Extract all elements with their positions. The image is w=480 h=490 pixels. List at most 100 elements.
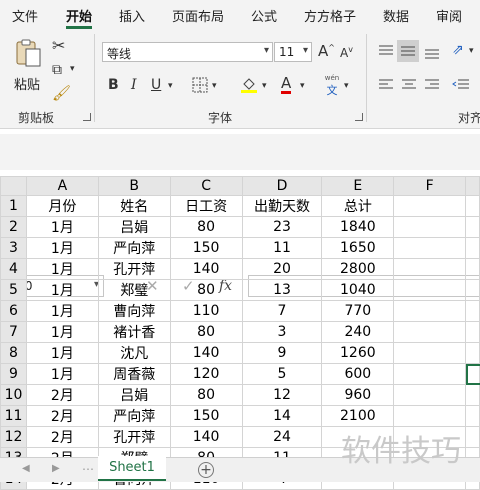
cell[interactable]: 5 [241,363,323,385]
row-header[interactable]: 12 [0,426,27,448]
cell[interactable]: 150 [169,237,243,259]
column-header-b[interactable]: B [97,176,171,196]
cell[interactable]: 600 [321,363,395,385]
cell[interactable] [465,195,480,217]
cell[interactable]: 褚计香 [97,321,171,343]
row-header[interactable]: 11 [0,405,27,427]
cell[interactable]: 1840 [321,216,395,238]
cell[interactable]: 1月 [25,300,99,322]
cell[interactable]: 80 [169,279,243,301]
cell[interactable]: 12 [241,384,323,406]
cell[interactable] [393,405,466,427]
row-header[interactable]: 5 [0,279,27,301]
cell[interactable]: 孔开萍 [97,258,171,280]
cell[interactable]: 960 [321,384,395,406]
cell[interactable]: 沈凡 [97,342,171,364]
cell[interactable] [393,342,466,364]
cell[interactable]: 严向萍 [97,405,171,427]
cell[interactable]: 240 [321,321,395,343]
cell[interactable]: 1月 [25,216,99,238]
prev-sheet-icon[interactable]: ◀ [22,464,30,474]
align-left-icon[interactable] [378,78,394,92]
cell[interactable]: 吕娟 [97,216,171,238]
cell[interactable] [465,384,480,406]
font-size-select[interactable]: 11 ▾ [274,42,312,62]
cell[interactable]: 总计 [321,195,395,217]
cell[interactable] [393,300,466,322]
cell[interactable] [465,300,480,322]
cell[interactable] [393,195,466,217]
select-all-corner[interactable] [0,176,27,196]
cell[interactable] [393,321,466,343]
italic-button[interactable]: I [131,78,137,92]
column-header-f[interactable]: F [393,176,466,196]
column-header-a[interactable]: A [25,176,99,196]
cell[interactable]: 出勤天数 [241,195,323,217]
cell[interactable]: 1月 [25,237,99,259]
column-header-c[interactable]: C [169,176,243,196]
cell[interactable]: 3 [241,321,323,343]
decrease-indent-icon[interactable] [452,78,470,92]
tab-home[interactable]: 开始 [66,6,92,25]
row-header[interactable]: 2 [0,216,27,238]
cell[interactable]: 14 [241,405,323,427]
cell[interactable]: 9 [241,342,323,364]
cell[interactable] [393,237,466,259]
tab-page-layout[interactable]: 页面布局 [172,6,224,25]
row-header[interactable]: 9 [0,363,27,385]
row-header[interactable]: 10 [0,384,27,406]
next-sheet-icon[interactable]: ▶ [52,464,60,474]
column-header-e[interactable]: E [321,176,395,196]
cell[interactable]: 吕娟 [97,384,171,406]
cell[interactable]: 140 [169,258,243,280]
cell[interactable]: 周香薇 [97,363,171,385]
cell[interactable]: 1650 [321,237,395,259]
fill-color-icon[interactable] [240,75,258,93]
cell[interactable]: 1月 [25,279,99,301]
cell[interactable]: 11 [241,237,323,259]
row-header[interactable]: 1 [0,195,27,217]
chevron-down-icon[interactable]: ▾ [300,82,305,91]
bold-button[interactable]: B [108,78,119,92]
copy-icon[interactable]: ⧉ [52,63,62,77]
phonetic-icon[interactable]: wén 文 [322,74,342,98]
cell[interactable]: 1月 [25,363,99,385]
align-middle-button[interactable] [397,40,419,62]
cell[interactable]: 月份 [25,195,99,217]
borders-icon[interactable] [192,77,208,93]
selected-cell-g10[interactable] [466,364,480,385]
cell[interactable]: 1260 [321,342,395,364]
chevron-down-icon[interactable]: ▾ [168,82,173,91]
align-right-icon[interactable] [424,78,440,92]
cell[interactable]: 1月 [25,321,99,343]
cell[interactable] [465,426,480,448]
cell[interactable]: 140 [169,426,243,448]
cell[interactable] [465,321,480,343]
cell[interactable]: 770 [321,300,395,322]
tab-review[interactable]: 审阅 [436,6,462,25]
cell[interactable]: 120 [169,363,243,385]
tab-file[interactable]: 文件 [12,6,38,25]
cell[interactable]: 24 [241,426,323,448]
cell[interactable]: 150 [169,405,243,427]
chevron-down-icon[interactable]: ▾ [212,82,217,91]
sheet-tab-sheet1[interactable]: Sheet1 [98,456,166,481]
font-color-icon[interactable]: A [281,76,292,94]
align-bottom-icon[interactable] [424,46,440,60]
align-top-icon[interactable] [378,44,394,58]
row-header[interactable]: 6 [0,300,27,322]
row-header[interactable]: 3 [0,237,27,259]
cell[interactable]: 2月 [25,426,99,448]
chevron-down-icon[interactable]: ▾ [469,47,474,56]
cell[interactable]: 孔开萍 [97,426,171,448]
cell[interactable]: 1月 [25,342,99,364]
cell[interactable] [393,384,466,406]
copy-dropdown-icon[interactable]: ▾ [70,65,75,74]
cell[interactable]: 13 [241,279,323,301]
cell[interactable]: 严向萍 [97,237,171,259]
cut-icon[interactable]: ✂ [52,38,65,54]
add-sheet-icon[interactable]: + [198,462,214,478]
cell[interactable]: 140 [169,342,243,364]
font-name-select[interactable]: 等线 ▾ [102,42,273,62]
cell[interactable] [465,237,480,259]
